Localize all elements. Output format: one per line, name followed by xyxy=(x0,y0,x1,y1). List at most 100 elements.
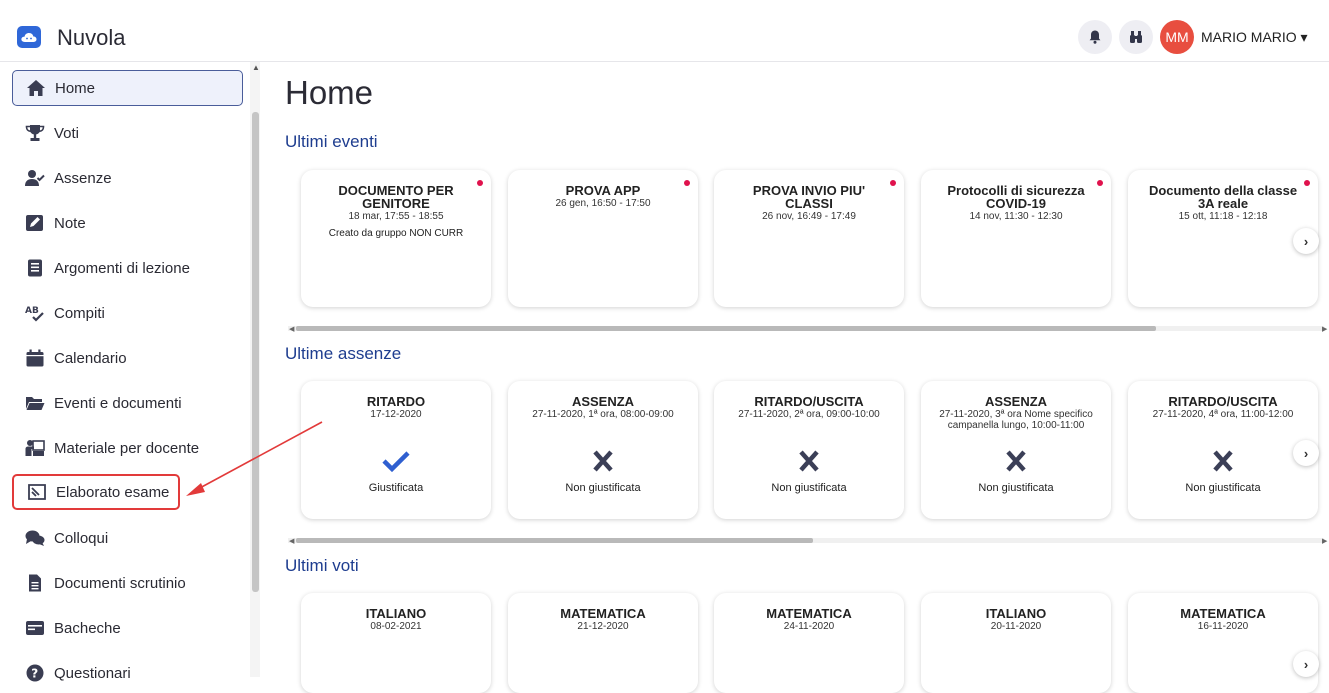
calendar-icon xyxy=(12,349,54,367)
unread-dot xyxy=(1097,180,1103,186)
avatar[interactable]: MM xyxy=(1160,20,1194,54)
sidebar-item-label: Documenti scrutinio xyxy=(54,574,186,592)
absence-card[interactable]: RITARDO 17-12-2020 Giustificata xyxy=(301,381,491,519)
grade-card[interactable]: ITALIANO 08-02-2021 xyxy=(301,593,491,693)
section-title-grades[interactable]: Ultimi voti xyxy=(285,556,359,576)
sidebar-item-documenti[interactable]: Documenti scrutinio xyxy=(12,565,243,601)
scroll-up-icon[interactable]: ▲ xyxy=(252,63,260,72)
sidebar-item-questionari[interactable]: ? Questionari xyxy=(12,655,243,691)
sidebar-item-label: Note xyxy=(54,214,86,232)
sidebar-item-colloqui[interactable]: Colloqui xyxy=(12,520,243,556)
event-card[interactable]: DOCUMENTO PER GENITORE 18 mar, 17:55 - 1… xyxy=(301,170,491,307)
sidebar-item-label: Argomenti di lezione xyxy=(54,259,190,277)
event-creator: Creato da gruppo NON CURR xyxy=(328,228,464,239)
sidebar-item-label: Compiti xyxy=(54,304,105,322)
document-icon xyxy=(12,574,54,592)
check-icon xyxy=(301,449,491,473)
sidebar-item-argomenti[interactable]: Argomenti di lezione xyxy=(12,250,243,286)
sidebar-item-label: Colloqui xyxy=(54,529,109,547)
sidebar-item-label: Bacheche xyxy=(54,619,121,637)
question-icon: ? xyxy=(12,664,54,682)
grade-card[interactable]: ITALIANO 20-11-2020 xyxy=(921,593,1111,693)
sidebar-item-bacheche[interactable]: Bacheche xyxy=(12,610,243,646)
events-hscrollbar[interactable] xyxy=(288,326,1324,331)
event-card[interactable]: PROVA INVIO PIU' CLASSI 26 nov, 16:49 - … xyxy=(714,170,904,307)
folder-icon xyxy=(12,394,54,412)
grade-subject: ITALIANO xyxy=(365,606,427,621)
grade-date: 24-11-2020 xyxy=(783,621,835,632)
sidebar-item-note[interactable]: Note xyxy=(12,205,243,241)
grade-card[interactable]: MATEMATICA 16-11-2020 xyxy=(1128,593,1318,693)
scroll-left-icon[interactable]: ◀ xyxy=(289,537,294,545)
absence-date: 27-11-2020, 3ª ora Nome specifico campan… xyxy=(939,409,1093,431)
grade-subject: MATEMATICA xyxy=(1180,606,1266,621)
sidebar-item-materiale[interactable]: Materiale per docente xyxy=(12,430,243,466)
event-card[interactable]: Documento della classe 3A reale 15 ott, … xyxy=(1128,170,1318,307)
home-icon xyxy=(13,79,55,97)
absences-hscrollbar-thumb[interactable] xyxy=(296,538,813,543)
sidebar-item-voti[interactable]: Voti xyxy=(12,115,243,151)
x-icon xyxy=(1128,449,1318,473)
events-hscrollbar-thumb[interactable] xyxy=(296,326,1156,331)
event-title: Protocolli di sicurezza COVID-19 xyxy=(947,183,1085,211)
absence-card[interactable]: ASSENZA 27-11-2020, 1ª ora, 08:00-09:00 … xyxy=(508,381,698,519)
grade-subject: ITALIANO xyxy=(985,606,1047,621)
sidebar-item-compiti[interactable]: AB Compiti xyxy=(12,295,243,331)
event-title: DOCUMENTO PER GENITORE xyxy=(338,183,454,211)
grade-date: 20-11-2020 xyxy=(990,621,1042,632)
event-card[interactable]: PROVA APP 26 gen, 16:50 - 17:50 xyxy=(508,170,698,307)
scroll-right-icon[interactable]: ▶ xyxy=(1322,537,1327,545)
grade-date: 21-12-2020 xyxy=(577,621,629,632)
scroll-right-icon[interactable]: ▶ xyxy=(1322,325,1327,333)
page-title: Home xyxy=(285,74,374,111)
binoculars-icon[interactable] xyxy=(1119,20,1153,54)
x-icon xyxy=(508,449,698,473)
absence-card[interactable]: ASSENZA 27-11-2020, 3ª ora Nome specific… xyxy=(921,381,1111,519)
absence-card[interactable]: RITARDO/USCITA 27-11-2020, 2ª ora, 09:00… xyxy=(714,381,904,519)
sidebar-item-label: Eventi e documenti xyxy=(54,394,182,412)
section-title-absences[interactable]: Ultime assenze xyxy=(285,344,401,364)
sidebar-item-eventi[interactable]: Eventi e documenti xyxy=(12,385,243,421)
spellcheck-icon: AB xyxy=(12,304,54,322)
sidebar-scrollbar-thumb[interactable] xyxy=(252,112,259,592)
grade-subject: MATEMATICA xyxy=(560,606,646,621)
absences-hscrollbar[interactable] xyxy=(288,538,1324,543)
book-icon xyxy=(12,259,54,277)
chat-icon xyxy=(12,529,54,547)
trophy-icon xyxy=(12,124,54,142)
sidebar-item-label: Calendario xyxy=(54,349,127,367)
user-check-icon xyxy=(12,169,54,187)
nuvola-logo-icon[interactable] xyxy=(17,26,41,48)
x-icon xyxy=(921,449,1111,473)
absence-status: Non giustificata xyxy=(1185,482,1261,494)
event-time: 14 nov, 11:30 - 12:30 xyxy=(969,211,1063,222)
absence-type: RITARDO xyxy=(366,394,426,409)
absence-type: ASSENZA xyxy=(571,394,635,409)
top-bar: Nuvola MM MARIO MARIO ▾ xyxy=(0,0,1329,62)
absences-next-button[interactable]: › xyxy=(1293,440,1319,466)
grade-card[interactable]: MATEMATICA 21-12-2020 xyxy=(508,593,698,693)
scroll-left-icon[interactable]: ◀ xyxy=(289,325,294,333)
sidebar-item-assenze[interactable]: Assenze xyxy=(12,160,243,196)
grade-card[interactable]: MATEMATICA 24-11-2020 xyxy=(714,593,904,693)
absence-status: Non giustificata xyxy=(565,482,641,494)
sidebar-item-calendario[interactable]: Calendario xyxy=(12,340,243,376)
board-icon xyxy=(12,619,54,637)
event-card[interactable]: Protocolli di sicurezza COVID-19 14 nov,… xyxy=(921,170,1111,307)
unread-dot xyxy=(1304,180,1310,186)
absence-date: 27-11-2020, 1ª ora, 08:00-09:00 xyxy=(532,409,674,420)
absence-date: 17-12-2020 xyxy=(370,409,422,420)
sidebar-item-elaborato[interactable]: Elaborato esame xyxy=(12,474,180,510)
svg-text:AB: AB xyxy=(25,306,39,316)
sidebar-item-home[interactable]: Home xyxy=(12,70,243,106)
grades-next-button[interactable]: › xyxy=(1293,651,1319,677)
absence-status: Non giustificata xyxy=(978,482,1054,494)
absence-card[interactable]: RITARDO/USCITA 27-11-2020, 4ª ora, 11:00… xyxy=(1128,381,1318,519)
user-menu[interactable]: MARIO MARIO ▾ xyxy=(1201,29,1308,46)
bell-icon[interactable] xyxy=(1078,20,1112,54)
events-next-button[interactable]: › xyxy=(1293,228,1319,254)
absence-date: 27-11-2020, 2ª ora, 09:00-10:00 xyxy=(738,409,880,420)
section-title-events[interactable]: Ultimi eventi xyxy=(285,132,378,152)
sidebar-item-label: Home xyxy=(55,79,96,97)
event-title: PROVA APP xyxy=(565,183,641,198)
